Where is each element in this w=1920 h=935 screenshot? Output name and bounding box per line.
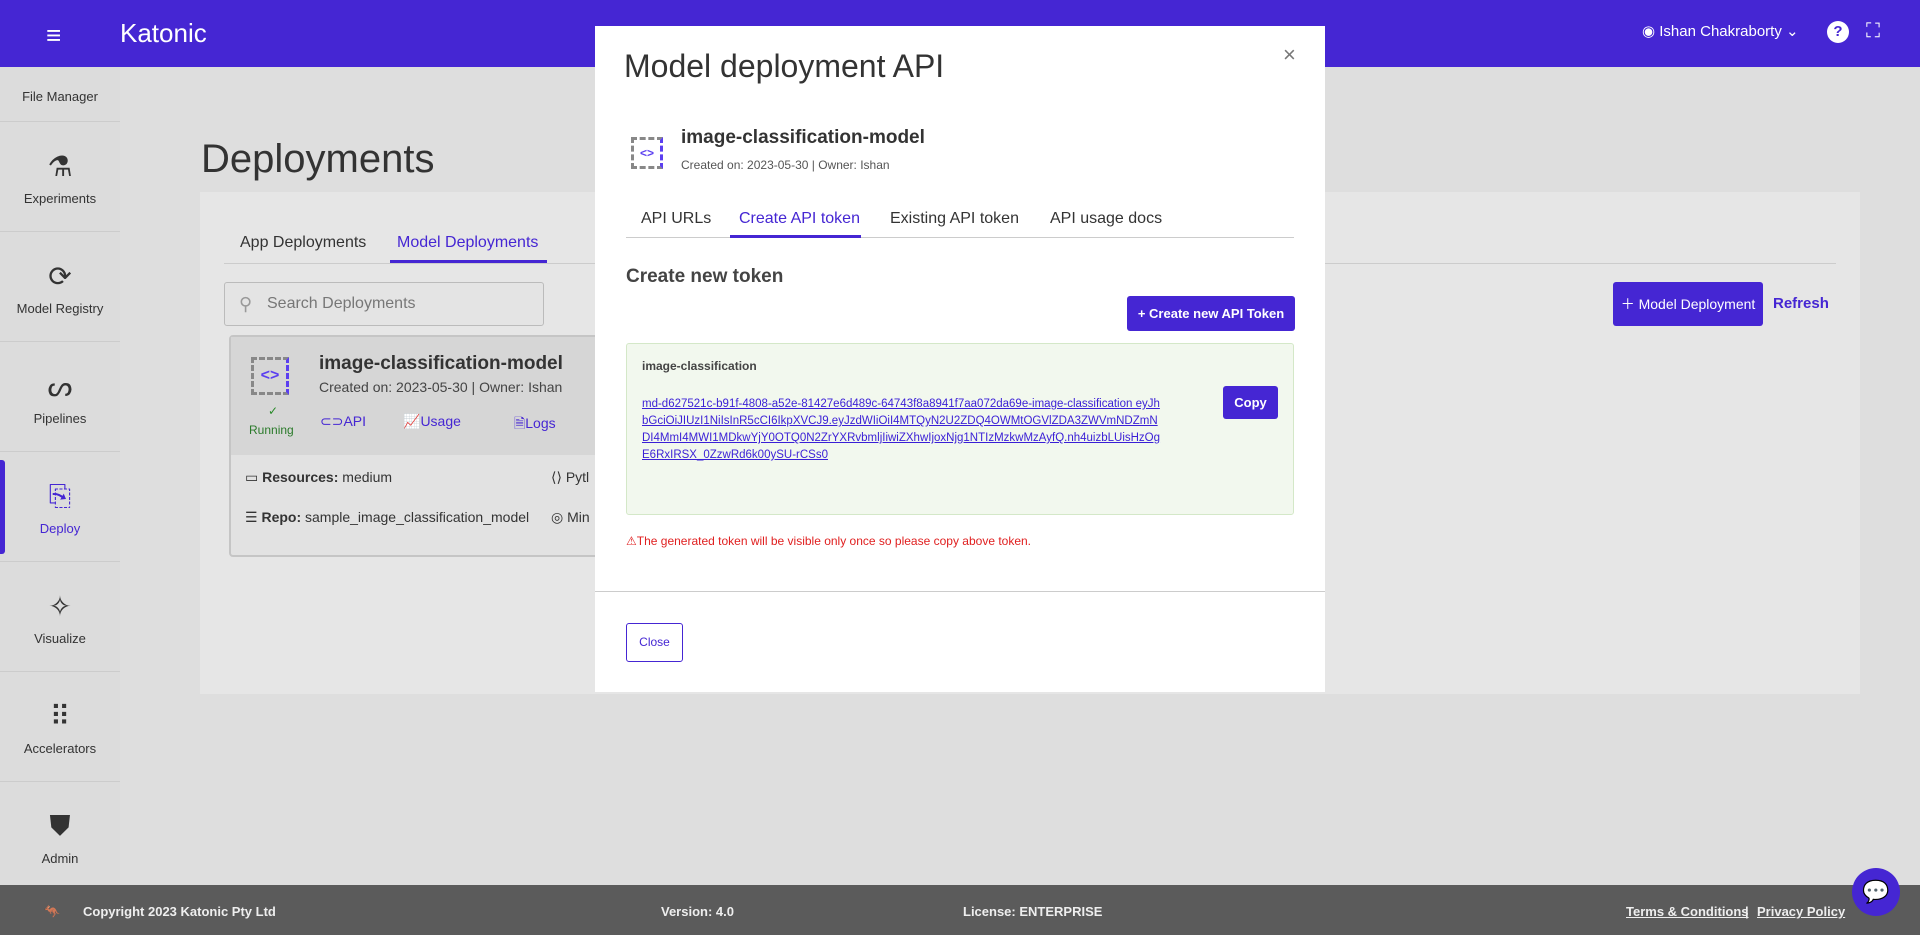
check-circle-icon: ✓ [268,404,279,418]
sidebar-label: Visualize [34,631,86,646]
min-value: Min [567,509,590,525]
usage-link[interactable]: 📈Usage [403,413,461,430]
usage-chart-icon: 📈 [403,413,421,429]
resources-info: ▭ Resources: medium [245,469,393,485]
sidebar-item-visualize[interactable]: ✧ Visualize [0,562,120,672]
user-name: Ishan Chakraborty [1659,23,1782,40]
page-title: Deployments [201,137,435,181]
repo-value: sample_image_classification_model [305,509,530,525]
api-modal: Model deployment API × <> image-classifi… [595,26,1325,692]
tab-api-usage-docs[interactable]: API usage docs [1050,210,1162,228]
tab-divider [626,237,1294,238]
warning-icon: ⚠ [626,534,637,548]
document-icon: 🗎 [514,415,526,431]
refresh-button[interactable]: Refresh [1773,295,1829,312]
language-info: ⟨⟩ Pytl [551,469,590,485]
sidebar-item-file-manager[interactable]: File Manager [0,7,120,122]
link-label: Usage [420,413,461,429]
active-tab-indicator [390,260,547,263]
model-icon: <> [631,137,663,169]
sidebar-item-admin[interactable]: ⛊ Admin [0,782,120,892]
language-value: Pytl [565,469,590,485]
search-placeholder: Search Deployments [267,295,416,312]
deployment-meta: Created on: 2023-05-30 | Owner: Ishan [319,379,563,395]
resources-label: Resources: [262,469,339,485]
deployment-card: <> ✓ Running image-classification-model … [229,335,649,557]
sidebar-item-deploy[interactable]: ⎘ Deploy [0,452,120,562]
footer-logo: 🦘 [44,904,61,919]
repo-label: Repo: [261,509,302,525]
button-label: Model Deployment [1638,296,1756,312]
chat-icon[interactable]: 💬 [1852,868,1900,916]
pipeline-icon: ᔕ [47,371,73,402]
model-icon: <> [251,357,289,395]
sidebar-item-pipelines[interactable]: ᔕ Pipelines [0,342,120,452]
sidebar-item-accelerators[interactable]: ⠿ Accelerators [0,672,120,782]
deploy-icon: ⎘ [48,480,72,511]
resources-value: medium [342,469,393,485]
token-name: image-classification [642,359,757,373]
fullscreen-icon[interactable]: ⛶ [1866,20,1880,43]
section-title: Create new token [626,266,784,287]
model-name: image-classification-model [681,127,925,148]
tab-model-deployments[interactable]: Model Deployments [397,234,538,252]
footer-separator: | [1745,904,1749,919]
modal-title: Model deployment API [624,48,945,84]
registry-icon: ⟳ [48,261,72,292]
active-tab-indicator [730,235,861,238]
copy-button[interactable]: Copy [1223,386,1278,419]
footer: 🦘 Copyright 2023 Katonic Pty Ltd Version… [0,885,1920,935]
tab-existing-api-token[interactable]: Existing API token [890,210,1019,228]
warning-text: The generated token will be visible only… [636,534,1032,548]
close-icon[interactable]: × [1283,42,1296,68]
tab-api-urls[interactable]: API URLs [641,210,711,228]
sidebar: File Manager ⚗ Experiments ⟳ Model Registr… [0,67,120,885]
tab-create-api-token[interactable]: Create API token [739,210,860,228]
user-menu[interactable]: ◉ Ishan Chakraborty ⌄ [1642,22,1799,40]
repo-info: ☰ Repo: sample_image_classification_mode… [245,509,530,525]
sidebar-label: Experiments [23,191,97,206]
sidebar-label: File Manager [22,89,98,104]
grid-icon: ⠿ [49,701,71,732]
link-label: Logs [525,415,556,431]
sidebar-label: Accelerators [23,741,97,756]
token-warning: ⚠The generated token will be visible onl… [626,534,1031,548]
create-api-token-button[interactable]: + Create new API Token [1127,296,1295,331]
token-box: image-classification md-d627521c-b91f-48… [626,343,1294,515]
license: License: ENTERPRISE [963,904,1103,919]
api-link[interactable]: ⊂⊃API [320,413,366,430]
add-model-deployment-button[interactable]: ＋ Model Deployment [1613,282,1763,326]
sparkle-chart-icon: ✧ [48,591,72,622]
shield-user-icon: ⛊ [49,810,71,841]
flask-icon: ⚗ [47,151,73,182]
link-label: API [343,413,367,429]
sidebar-label: Deploy [39,521,81,536]
search-icon: ⚲ [239,294,253,314]
search-input[interactable]: ⚲ Search Deployments [224,282,544,326]
logs-link[interactable]: 🗎Logs [514,413,556,437]
sidebar-item-experiments[interactable]: ⚗ Experiments [0,122,120,232]
copyright: Copyright 2023 Katonic Pty Ltd [83,904,276,919]
close-button[interactable]: Close [626,623,683,662]
tab-app-deployments[interactable]: App Deployments [240,234,366,252]
token-value[interactable]: md-d627521c-b91f-4808-a52e-81427e6d489c-… [642,396,1162,464]
sidebar-label: Pipelines [33,411,87,426]
sidebar-label: Model Registry [16,301,104,316]
version: Version: 4.0 [661,904,734,919]
min-info: ◎ Min [551,509,590,525]
privacy-link[interactable]: Privacy Policy [1757,904,1845,919]
sidebar-item-model-registry[interactable]: ⟳ Model Registry [0,232,120,342]
terms-link[interactable]: Terms & Conditions [1626,904,1749,919]
modal-divider [595,591,1325,592]
status-running: Running [249,423,294,437]
deployment-name: image-classification-model [319,353,563,374]
katonic-logo: Katonic [120,18,207,48]
help-icon[interactable]: ? [1827,21,1849,43]
model-meta: Created on: 2023-05-30 | Owner: Ishan [681,158,890,172]
sidebar-label: Admin [41,851,79,866]
